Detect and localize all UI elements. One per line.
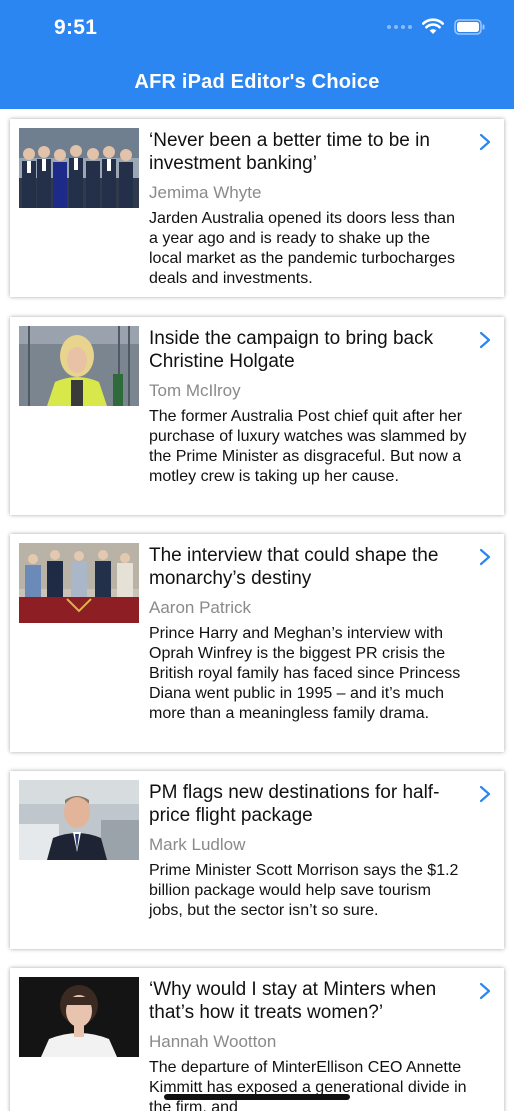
article-thumbnail xyxy=(19,326,139,406)
article-text: ‘Never been a better time to be in inves… xyxy=(149,129,467,289)
cellular-signal-icon xyxy=(387,24,412,29)
article-author: Aaron Patrick xyxy=(149,598,252,617)
article-headline[interactable]: Inside the campaign to bring back Christ… xyxy=(149,327,467,373)
article-headline[interactable]: PM flags new destinations for half-price… xyxy=(149,781,467,827)
navigation-header: 9:51 AFR iPad Editor's Choice xyxy=(0,0,514,109)
chevron-right-icon[interactable] xyxy=(479,548,491,566)
article-summary: Prime Minister Scott Morrison says the $… xyxy=(149,862,459,919)
chevron-right-icon[interactable] xyxy=(479,982,491,1000)
article-summary: The former Australia Post chief quit aft… xyxy=(149,408,467,485)
chevron-right-icon[interactable] xyxy=(479,133,491,151)
status-icons xyxy=(387,18,486,35)
article-thumbnail xyxy=(19,128,139,208)
article-author: Hannah Wootton xyxy=(149,1032,277,1051)
article-thumbnail xyxy=(19,543,139,623)
article-text: PM flags new destinations for half-price… xyxy=(149,781,467,921)
article-text: Inside the campaign to bring back Christ… xyxy=(149,327,467,487)
article-summary: The departure of MinterEllison CEO Annet… xyxy=(149,1059,467,1111)
article-summary: Jarden Australia opened its doors less t… xyxy=(149,210,455,287)
article-thumbnail xyxy=(19,780,139,860)
article-headline[interactable]: The interview that could shape the monar… xyxy=(149,544,467,590)
chevron-right-icon[interactable] xyxy=(479,785,491,803)
home-indicator[interactable] xyxy=(164,1094,350,1100)
battery-icon xyxy=(454,18,485,35)
page-title: AFR iPad Editor's Choice xyxy=(134,71,380,93)
chevron-right-icon[interactable] xyxy=(479,331,491,349)
article-card[interactable]: The interview that could shape the monar… xyxy=(10,534,504,752)
article-card[interactable]: PM flags new destinations for half-price… xyxy=(10,771,504,949)
article-card[interactable]: ‘Never been a better time to be in inves… xyxy=(10,119,504,297)
article-text: ‘Why would I stay at Minters when that’s… xyxy=(149,978,467,1111)
status-time: 9:51 xyxy=(54,16,98,39)
article-author: Jemima Whyte xyxy=(149,183,262,202)
article-text: The interview that could shape the monar… xyxy=(149,544,467,724)
article-card[interactable]: ‘Why would I stay at Minters when that’s… xyxy=(10,968,504,1111)
article-list[interactable]: ‘Never been a better time to be in inves… xyxy=(0,109,514,1111)
article-summary: Prince Harry and Meghan’s interview with… xyxy=(149,625,461,722)
article-author: Mark Ludlow xyxy=(149,835,246,854)
article-headline[interactable]: ‘Never been a better time to be in inves… xyxy=(149,129,467,175)
article-author: Tom McIlroy xyxy=(149,381,241,400)
wifi-icon xyxy=(422,18,444,34)
article-card[interactable]: Inside the campaign to bring back Christ… xyxy=(10,317,504,515)
article-headline[interactable]: ‘Why would I stay at Minters when that’s… xyxy=(149,978,467,1024)
article-thumbnail xyxy=(19,977,139,1057)
